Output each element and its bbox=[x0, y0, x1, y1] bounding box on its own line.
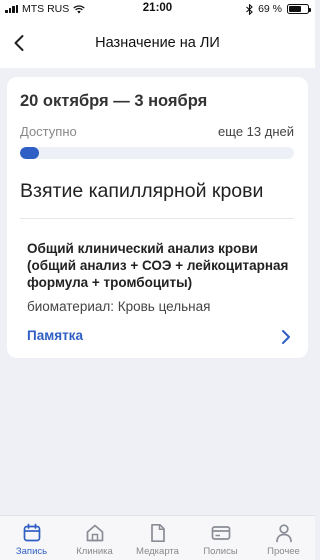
person-icon bbox=[275, 524, 292, 543]
test-name: Общий клинический анализ крови (общий ан… bbox=[27, 241, 289, 290]
availability-progress bbox=[20, 147, 294, 159]
tab-bar: Запись Клиника Медкарта Полисы Прочее bbox=[0, 515, 315, 560]
memo-link[interactable]: Памятка bbox=[27, 328, 83, 343]
tab-medcard[interactable]: Медкарта bbox=[126, 516, 189, 560]
battery-icon bbox=[287, 4, 311, 14]
tab-label: Медкарта bbox=[136, 546, 179, 557]
days-left: еще 13 дней bbox=[218, 124, 294, 139]
tab-label: Клиника bbox=[76, 546, 113, 557]
status-bar: MTS RUS 21:00 69 % bbox=[0, 0, 315, 18]
tab-label: Запись bbox=[15, 546, 48, 557]
chevron-right-icon[interactable] bbox=[278, 328, 294, 346]
progress-fill bbox=[20, 147, 40, 159]
battery-percent: 69 % bbox=[258, 3, 282, 15]
nav-bar: Назначение на ЛИ bbox=[0, 18, 315, 68]
tab-other[interactable]: Прочее bbox=[252, 516, 315, 560]
section-title: Взятие капиллярной крови bbox=[20, 180, 264, 202]
availability-label: Доступно bbox=[20, 124, 77, 139]
tab-clinic[interactable]: Клиника bbox=[63, 516, 126, 560]
tab-label: Прочее bbox=[267, 546, 300, 557]
biomaterial: биоматериал: Кровь цельная bbox=[27, 299, 211, 314]
date-range: 20 октября — 3 ноября bbox=[20, 92, 208, 110]
document-icon bbox=[150, 523, 165, 543]
calendar-icon bbox=[23, 523, 40, 542]
card-icon bbox=[211, 526, 230, 540]
appointment-card: 20 октября — 3 ноября Доступно еще 13 дн… bbox=[7, 77, 308, 358]
tab-appointment[interactable]: Запись bbox=[0, 516, 63, 560]
home-icon bbox=[86, 524, 103, 542]
page-title: Назначение на ЛИ bbox=[95, 35, 220, 51]
divider bbox=[20, 218, 294, 219]
tab-label: Полисы bbox=[203, 546, 238, 557]
tab-policies[interactable]: Полисы bbox=[189, 516, 252, 560]
status-right: 69 % bbox=[246, 3, 311, 15]
bluetooth-icon bbox=[246, 3, 253, 15]
